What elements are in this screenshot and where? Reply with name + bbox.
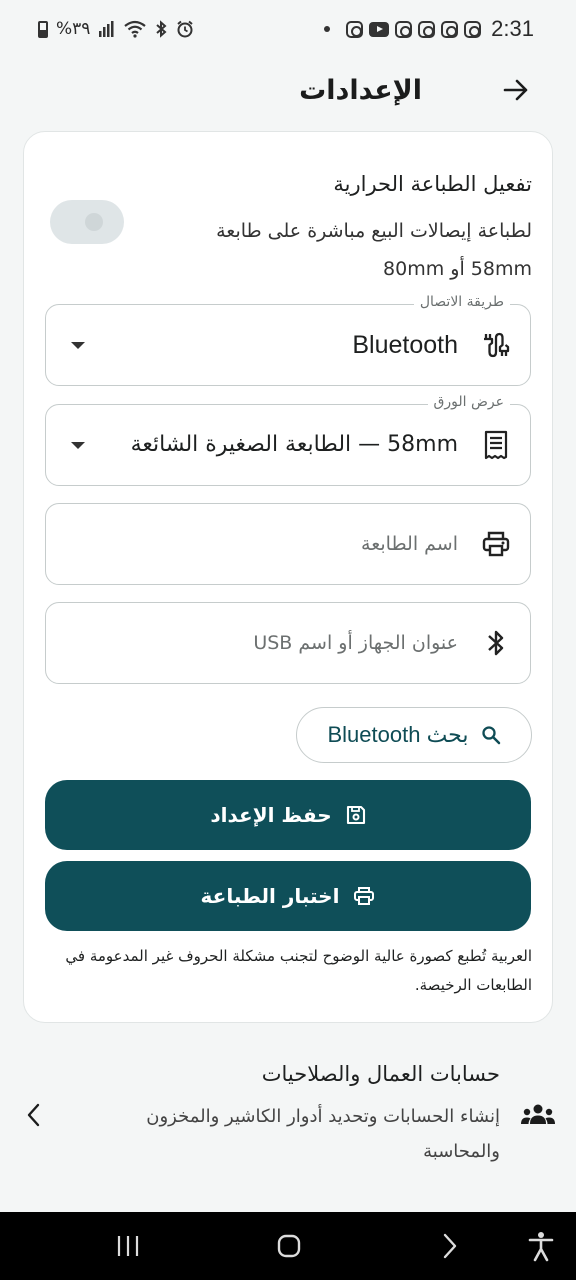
test-print-label: اختبار الطباعة — [200, 884, 340, 908]
caret-down-icon — [71, 342, 85, 349]
test-print-button[interactable]: اختبار الطباعة — [45, 861, 531, 931]
search-icon — [481, 726, 500, 745]
printer-name-input[interactable]: اسم الطابعة — [45, 503, 531, 585]
battery-percent: %٣٩ — [56, 19, 91, 39]
app-bar: الإعدادات — [0, 58, 576, 122]
page-title: الإعدادات — [299, 74, 422, 106]
instagram-icon — [441, 20, 459, 38]
caret-down-icon — [71, 442, 85, 449]
recent-apps-button[interactable] — [116, 1230, 140, 1262]
back-button[interactable] — [496, 70, 536, 110]
instagram-icon — [418, 20, 436, 38]
home-button[interactable] — [276, 1230, 302, 1262]
group-icon — [520, 1100, 556, 1130]
instagram-icon — [395, 20, 413, 38]
bluetooth-status-icon — [156, 20, 167, 38]
back-nav-button[interactable] — [440, 1230, 460, 1262]
status-bar: %٣٩ 2:31 — [0, 0, 576, 58]
battery-icon — [38, 20, 48, 38]
instagram-icon — [464, 20, 482, 38]
wifi-icon — [124, 20, 147, 38]
chevron-left-icon — [24, 1102, 44, 1128]
signal-icon — [99, 21, 114, 37]
status-time: 2:31 — [491, 16, 534, 41]
system-nav-bar — [0, 1212, 576, 1280]
device-address-placeholder: عنوان الجهاز أو اسم USB — [253, 632, 458, 654]
save-icon — [346, 805, 365, 825]
arrow-right-icon — [503, 79, 528, 101]
connection-method-select[interactable]: طريقة الاتصال Bluetooth — [45, 294, 531, 386]
paper-width-value: 58mm — الطابعة الصغيرة الشائعة — [130, 432, 458, 457]
cable-icon — [478, 327, 514, 363]
bluetooth-icon — [478, 625, 514, 661]
employees-permissions-description: إنشاء الحسابات وتحديد أدوار الكاشير والم… — [146, 1106, 500, 1162]
scan-bluetooth-label: بحث Bluetooth — [327, 722, 469, 747]
arabic-print-note: العربية تُطبع كصورة عالية الوضوح لتجنب م… — [65, 947, 532, 994]
thermal-printing-description: لطباعة إيصالات البيع مباشرة على طابعة 58… — [216, 220, 532, 280]
printer-settings-card: تفعيل الطباعة الحرارية لطباعة إيصالات ال… — [23, 131, 553, 1023]
thermal-printing-toggle[interactable] — [50, 200, 124, 244]
paper-width-select[interactable]: عرض الورق 58mm — الطابعة الصغيرة الشائعة — [45, 394, 531, 486]
printer-icon — [354, 887, 375, 905]
toggle-thumb — [85, 213, 103, 231]
printer-name-placeholder: اسم الطابعة — [361, 533, 458, 555]
accessibility-icon[interactable] — [528, 1230, 554, 1262]
scan-bluetooth-button[interactable]: بحث Bluetooth — [296, 707, 532, 763]
connection-method-value: Bluetooth — [352, 331, 458, 359]
save-settings-button[interactable]: حفظ الإعداد — [45, 780, 531, 850]
thermal-printing-title: تفعيل الطباعة الحرارية — [333, 172, 532, 196]
status-right: 2:31 — [324, 16, 534, 42]
notification-dot-icon — [324, 26, 331, 32]
employees-permissions-title: حسابات العمال والصلاحيات — [261, 1062, 500, 1086]
alarm-icon — [177, 20, 194, 38]
employees-permissions-item[interactable]: حسابات العمال والصلاحيات إنشاء الحسابات … — [0, 1045, 576, 1185]
receipt-icon — [478, 427, 514, 463]
printer-icon — [478, 526, 514, 562]
status-left: %٣٩ — [38, 19, 194, 39]
device-address-input[interactable]: عنوان الجهاز أو اسم USB — [45, 602, 531, 684]
save-settings-label: حفظ الإعداد — [210, 803, 332, 827]
youtube-icon — [369, 21, 390, 37]
instagram-icon — [346, 20, 364, 38]
